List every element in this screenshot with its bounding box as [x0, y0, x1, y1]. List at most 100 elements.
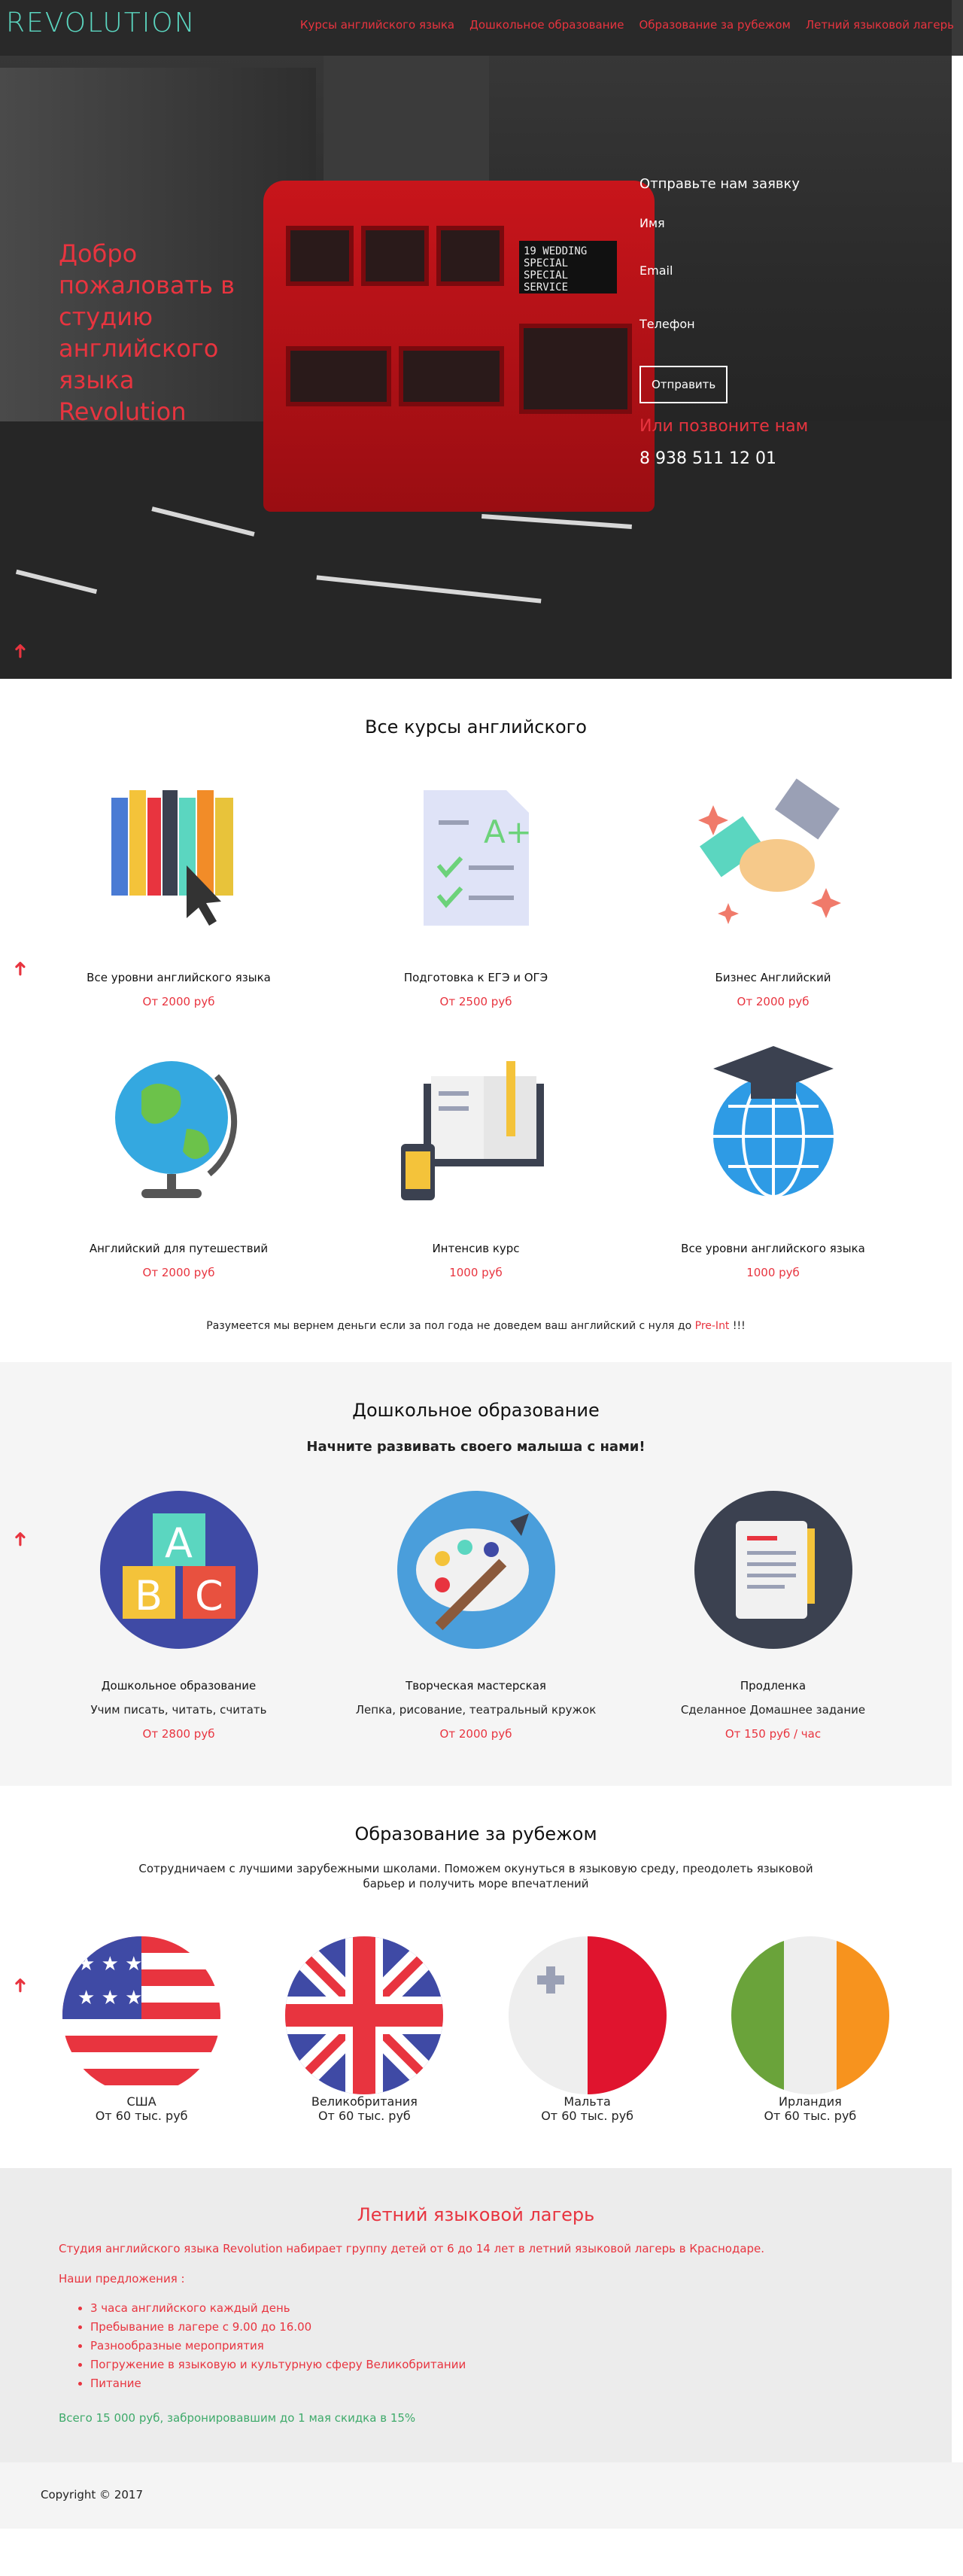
course-price: От 2000 руб [142, 995, 215, 1008]
arrow-up-icon[interactable]: ➜ [9, 1531, 32, 1547]
name-field[interactable]: Имя [639, 216, 888, 230]
hero: 19 WEDDING SPECIAL SPECIAL SERVICE Добро… [0, 0, 952, 679]
footer: Copyright © 2017 [0, 2462, 963, 2529]
submit-button[interactable]: Отправить [639, 366, 728, 403]
nav-link-courses[interactable]: Курсы английского языка [300, 18, 454, 32]
email-field[interactable]: Email [639, 263, 888, 278]
call-us-label: Или позвоните нам [639, 417, 809, 436]
phone-number[interactable]: 8 938 511 12 01 [639, 449, 888, 468]
camp-title: Летний языковой лагерь [357, 2204, 595, 2225]
course-name: Все уровни английского языка [87, 971, 271, 984]
country-name: США [126, 2094, 156, 2109]
abroad-title: Образование за рубежом [354, 1823, 597, 1845]
course-card[interactable]: Английский для путешествий От 2000 руб [44, 1046, 314, 1279]
course-card[interactable]: Бизнес Английский От 2000 руб [638, 775, 909, 1008]
malta-flag-icon [508, 1936, 667, 2094]
logo[interactable]: REVOLUTION [6, 8, 196, 38]
preschool-section: Дошкольное образование Начните развивать… [0, 1362, 952, 1786]
country-name: Великобритания [311, 2094, 418, 2109]
preschool-price: От 2000 руб [439, 1727, 512, 1741]
nav-links: Курсы английского языка Дошкольное образ… [300, 18, 954, 32]
navbar: REVOLUTION Курсы английского языка Дошко… [0, 0, 963, 56]
country-name: Мальта [564, 2094, 611, 2109]
list-item: Пребывание в лагере с 9.00 до 16.00 [90, 2318, 952, 2337]
country-price: От 60 тыс. руб [317, 2109, 411, 2123]
bus-window [436, 226, 504, 286]
preschool-subtitle: Начните развивать своего малыша с нами! [306, 1439, 646, 1455]
course-price: От 2000 руб [142, 1266, 215, 1279]
course-card[interactable]: Все уровни английского языка От 2000 руб [44, 775, 314, 1008]
arrow-up-icon[interactable]: ➜ [9, 960, 32, 977]
preschool-price: От 2800 руб [142, 1727, 215, 1741]
course-card[interactable]: A+ Подготовка к ЕГЭ и ОГЭ От 2500 руб [341, 775, 612, 1008]
hero-title: Добро пожаловать в студию английского яз… [59, 239, 235, 426]
preschool-card[interactable]: Творческая мастерская Лепка, рисование, … [341, 1491, 612, 1741]
note-highlight: Pre-Int [694, 1320, 730, 1332]
list-item: Питание [90, 2374, 952, 2393]
refund-note: Разумеется мы вернем деньги если за пол … [0, 1320, 952, 1332]
list-item: Разнообразные мероприятия [90, 2337, 952, 2356]
preschool-card[interactable]: A B C Дошкольное образование Учим писать… [44, 1491, 314, 1741]
arrow-up-icon[interactable]: ➜ [9, 643, 32, 659]
course-card[interactable]: Все уровни английского языка 1000 руб [638, 1046, 909, 1279]
nav-link-camp[interactable]: Летний языковой лагерь [806, 18, 954, 32]
svg-text:A: A [165, 1519, 193, 1567]
uk-flag-icon [285, 1936, 444, 2094]
bus-windshield [519, 324, 632, 414]
copyright: Copyright © 2017 [41, 2488, 144, 2501]
form-title: Отправьте нам заявку [639, 176, 800, 192]
svg-text:C: C [195, 1572, 223, 1620]
bus-image: 19 WEDDING SPECIAL SPECIAL SERVICE [263, 181, 655, 512]
arrow-up-icon[interactable]: ➜ [9, 1977, 32, 1994]
camp-section: Летний языковой лагерь Студия английског… [0, 2168, 952, 2462]
abroad-section: Образование за рубежом Сотрудничаем с лу… [0, 1786, 952, 2168]
preschool-title: Дошкольное образование [352, 1400, 600, 1421]
course-card[interactable]: Интенсив курс 1000 руб [341, 1046, 612, 1279]
preschool-desc: Учим писать, читать, считать [90, 1703, 267, 1717]
nav-link-abroad[interactable]: Образование за рубежом [639, 18, 790, 32]
course-name: Все уровни английского языка [681, 1242, 865, 1255]
phone-field[interactable]: Телефон [639, 317, 888, 331]
graduation-globe-icon [691, 1046, 856, 1212]
globe-icon [96, 1046, 262, 1212]
svg-text:★ ★ ★: ★ ★ ★ [77, 1987, 142, 2009]
note-end: !!! [729, 1320, 746, 1332]
bus-window [361, 226, 429, 286]
palette-icon [396, 1491, 555, 1649]
bus-destination-sign: 19 WEDDING SPECIAL SPECIAL SERVICE [519, 241, 617, 293]
country-price: От 60 тыс. руб [541, 2109, 634, 2123]
course-price: 1000 руб [746, 1266, 800, 1279]
camp-offers-list: 3 часа английского каждый день Пребывани… [90, 2299, 952, 2393]
courses-section: Все курсы английского ➜ Все уровни англи… [0, 679, 952, 1362]
preschool-card[interactable]: Продленка Сделанное Домашнее задание От … [638, 1491, 909, 1741]
course-name: Бизнес Английский [715, 971, 831, 984]
preschool-name: Продленка [740, 1679, 807, 1692]
abroad-intro: Сотрудничаем с лучшими зарубежными школа… [138, 1862, 813, 1890]
camp-text: Студия английского языка Revolution наби… [59, 2242, 765, 2255]
homework-paper-icon [694, 1491, 852, 1649]
exam-document-icon: A+ [393, 775, 559, 941]
bus-window [286, 226, 354, 286]
course-price: От 2500 руб [439, 995, 512, 1008]
svg-text:B: B [135, 1572, 163, 1620]
svg-text:A+: A+ [484, 814, 532, 850]
open-book-phone-icon [393, 1046, 559, 1212]
country-card[interactable]: Великобритания От 60 тыс. руб [266, 1936, 462, 2123]
country-card[interactable]: ★ ★ ★ ★ ★ ★ США От 60 тыс. руб [44, 1936, 239, 2123]
preschool-name: Дошкольное образование [101, 1679, 257, 1692]
handshake-icon [691, 775, 856, 941]
svg-text:★ ★ ★: ★ ★ ★ [77, 1953, 142, 1975]
nav-link-preschool[interactable]: Дошкольное образование [469, 18, 624, 32]
bus-window [399, 346, 504, 406]
list-item: Погружение в языковую и культурную сферу… [90, 2356, 952, 2374]
country-card[interactable]: Ирландия От 60 тыс. руб [712, 1936, 908, 2123]
country-price: От 60 тыс. руб [95, 2109, 188, 2123]
country-card[interactable]: Мальта От 60 тыс. руб [490, 1936, 685, 2123]
country-price: От 60 тыс. руб [764, 2109, 857, 2123]
request-form: Отправьте нам заявку Имя Email Телефон О… [639, 176, 888, 468]
bus-window [286, 346, 391, 406]
ireland-flag-icon [731, 1936, 889, 2094]
preschool-price: От 150 руб / час [725, 1727, 822, 1741]
books-icon [96, 775, 262, 941]
preschool-name: Творческая мастерская [406, 1679, 546, 1692]
